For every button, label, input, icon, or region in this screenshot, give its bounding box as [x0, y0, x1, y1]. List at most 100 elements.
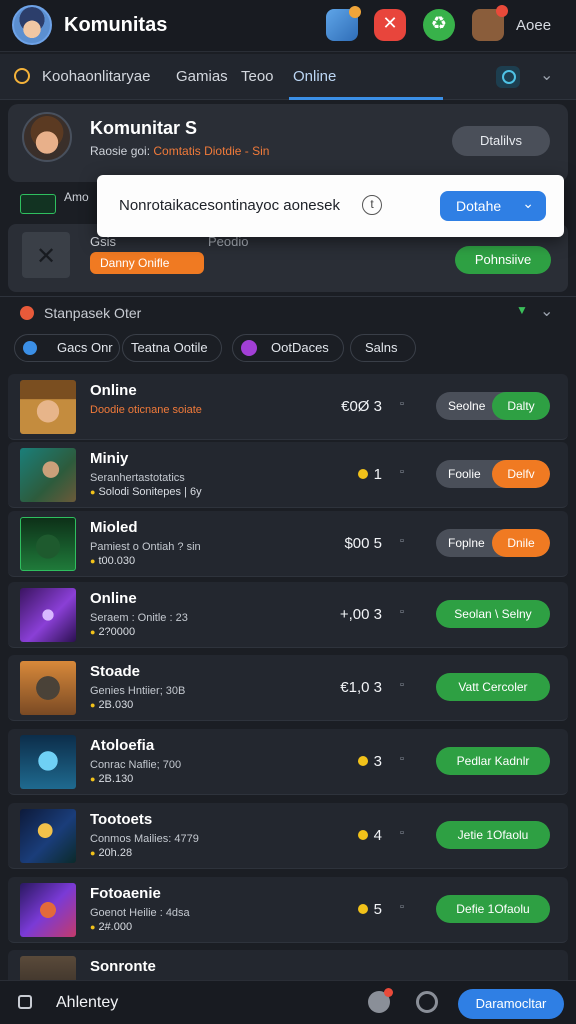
row-price-value: 3	[373, 753, 382, 770]
settings-icon[interactable]	[416, 991, 438, 1013]
row-subtitle: Doodie oticnane soiate	[90, 404, 202, 416]
popup-message: Nonrotaikacesontinayoc aonesek	[119, 197, 340, 214]
row-price: $00 5	[344, 535, 382, 552]
list-item[interactable]: Stoade Genies Hntiier; 30B 2B.030 €1,0 3 ▫ Va…	[8, 655, 568, 721]
row-subtitle: Seranhertastotatics	[90, 472, 185, 484]
list-item[interactable]: Mioled Pamiest o Ontiah ? sin t00.030 $00 5…	[8, 511, 568, 577]
game-thumbnail[interactable]	[20, 517, 76, 571]
chevron-down-icon[interactable]: ⌄	[540, 65, 553, 85]
row-title: Sonronte	[90, 958, 156, 975]
app-avatar[interactable]	[12, 5, 52, 45]
toggle-right-label[interactable]: Dalty	[492, 392, 550, 420]
filter-chip-teatna[interactable]: Teatna Ootile	[122, 334, 222, 362]
row-price: €0Ø 3	[341, 398, 382, 415]
profile-status-prefix: Raosie goi:	[90, 144, 151, 158]
row-dot: ▫	[400, 901, 404, 913]
row-price: €1,0 3	[340, 679, 382, 696]
game-logo-icon	[20, 194, 56, 214]
bottom-action-button[interactable]: Daramocltar	[458, 989, 564, 1019]
toggle-left-label[interactable]: Foolie	[448, 467, 481, 481]
list-item[interactable]: Atoloefia Conrac Naflie; 700 2B.130 3 ▫ Pedla…	[8, 729, 568, 795]
gift-icon[interactable]	[326, 6, 361, 41]
header-right-label[interactable]: Aoee	[516, 17, 551, 34]
row-price-value: €1,0 3	[340, 679, 382, 696]
game-action-button[interactable]: Pohnsiive	[455, 246, 551, 274]
row-meta: 2#.000	[90, 921, 132, 933]
search-icon[interactable]	[14, 68, 30, 84]
row-action-button[interactable]: Vatt Cercoler	[436, 673, 550, 701]
game-thumbnail[interactable]	[22, 232, 70, 278]
row-title: Online	[90, 382, 137, 399]
row-subtitle: Pamiest o Ontiah ? sin	[90, 541, 201, 553]
profile-name: Komunitar S	[90, 118, 198, 138]
app-header: Komunitas Aoee	[0, 0, 576, 52]
bag-icon[interactable]	[472, 5, 508, 41]
toggle-right-label[interactable]: Dnile	[492, 529, 550, 557]
profile-details-button[interactable]: Dtalilvs	[452, 126, 550, 156]
row-price-value: €0Ø 3	[341, 398, 382, 415]
row-dot: ▫	[400, 606, 404, 618]
tab-games[interactable]: Gamias	[176, 68, 228, 85]
game-thumbnail[interactable]	[20, 883, 76, 937]
notification-icon[interactable]	[368, 988, 393, 1013]
profile-status-highlight: Comtatis Diotdie - Sin	[153, 144, 270, 158]
list-item[interactable]: Online Doodie oticnane soiate €0Ø 3 ▫ Seolne…	[8, 374, 568, 440]
filter-chip-salns[interactable]: Salns	[350, 334, 416, 362]
coin-icon	[357, 830, 368, 840]
row-meta: 20h.28	[90, 847, 132, 859]
row-action-button[interactable]: Defie 1Ofaolu	[436, 895, 550, 923]
bottom-bar: Ahlentey Daramocltar	[0, 980, 576, 1024]
row-meta: 2B.030	[90, 699, 133, 711]
row-title: Miniy	[90, 450, 129, 467]
row-meta: 2?0000	[90, 626, 135, 638]
section-icon	[20, 306, 34, 320]
coin-icon	[357, 904, 368, 914]
row-toggle[interactable]: Seolne Dalty	[436, 392, 550, 420]
toggle-left-label[interactable]: Seolne	[448, 399, 485, 413]
row-price-value: $00 5	[344, 535, 382, 552]
game-thumbnail[interactable]	[20, 661, 76, 715]
info-icon[interactable]: t	[362, 195, 382, 215]
popup-dropdown-button[interactable]: Dotahe	[440, 188, 546, 221]
close-badge-icon[interactable]	[374, 9, 406, 41]
row-toggle[interactable]: Foplne Dnile	[436, 529, 550, 557]
row-subtitle: Goenot Heilie : 4dsa	[90, 907, 190, 919]
filter-chip-gacs[interactable]: Gacs Onr	[14, 334, 120, 362]
filter-chip-ootdaces[interactable]: OotDaces	[232, 334, 344, 362]
recycle-icon[interactable]	[423, 9, 455, 41]
game-status-pill[interactable]: Danny Onifle	[90, 252, 204, 274]
profile-status: Raosie goi: Comtatis Diotdie - Sin	[90, 144, 269, 158]
tab-teoo[interactable]: Teoo	[241, 68, 274, 85]
row-price: 1	[357, 466, 382, 483]
search-button[interactable]	[496, 66, 520, 88]
row-title: Stoade	[90, 663, 141, 680]
row-action-button[interactable]: Seolan \ Selny	[436, 600, 550, 628]
row-dot: ▫	[400, 535, 404, 547]
row-dot: ▫	[400, 827, 404, 839]
list-item[interactable]: Fotoaenie Goenot Heilie : 4dsa 2#.000 5 ▫ Def…	[8, 877, 568, 943]
row-price-value: +,00 3	[339, 606, 382, 623]
row-meta: 2B.130	[90, 773, 133, 785]
game-thumbnail[interactable]	[20, 588, 76, 642]
row-action-button[interactable]: Pedlar Kadnlr	[436, 747, 550, 775]
list-item[interactable]: Online Seraem : Onitle : 23 2?0000 +,00 3 ▫ S…	[8, 582, 568, 648]
row-toggle[interactable]: Foolie Delfv	[436, 460, 550, 488]
chevron-down-icon[interactable]: ⌄	[540, 301, 553, 321]
row-price-value: 5	[373, 901, 382, 918]
home-icon[interactable]	[18, 995, 32, 1009]
row-meta: Solodi Sonitepes | 6y	[90, 486, 201, 498]
game-thumbnail[interactable]	[20, 448, 76, 502]
list-item[interactable]: Miniy Seranhertastotatics Solodi Sonitepes…	[8, 442, 568, 508]
tab-community[interactable]: Koohaonlitaryae	[42, 68, 150, 85]
toggle-right-label[interactable]: Delfv	[492, 460, 550, 488]
status-dot-icon: ▼	[516, 303, 528, 317]
row-action-button[interactable]: Jetie 1Ofaolu	[436, 821, 550, 849]
tab-online[interactable]: Online	[293, 68, 336, 85]
game-thumbnail[interactable]	[20, 380, 76, 434]
toggle-left-label[interactable]: Foplne	[448, 536, 485, 550]
row-dot: ▫	[400, 398, 404, 410]
game-thumbnail[interactable]	[20, 735, 76, 789]
profile-avatar[interactable]	[22, 112, 72, 162]
list-item[interactable]: Tootoets Conmos Mailies: 4779 20h.28 4 ▫ Jeti…	[8, 803, 568, 869]
game-thumbnail[interactable]	[20, 809, 76, 863]
